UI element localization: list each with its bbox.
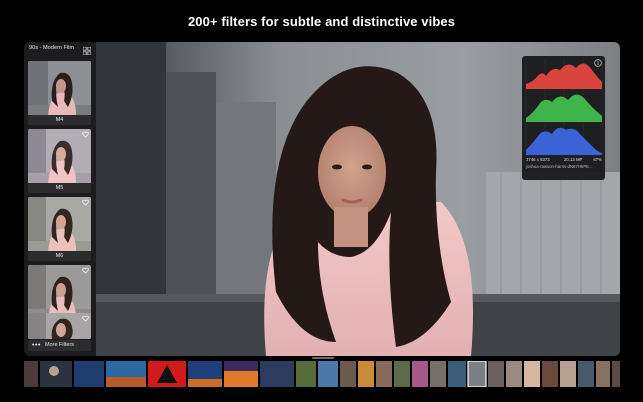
filmstrip-photo: [358, 361, 374, 387]
heart-icon[interactable]: [82, 315, 89, 322]
filter-label: M4: [28, 115, 91, 125]
filmstrip: [24, 361, 620, 387]
filmstrip-photo: [24, 361, 38, 387]
filmstrip-photo: [448, 361, 466, 387]
filmstrip-photo: [260, 361, 294, 387]
heart-icon[interactable]: [82, 199, 89, 206]
filmstrip-photo: [394, 361, 410, 387]
filmstrip-photo: [524, 361, 540, 387]
filter-sidebar: 90s - Modern Film M4 M5 M6 ••• More Filt…: [24, 42, 96, 356]
megapixels: 20.13 MP: [564, 157, 583, 162]
filmstrip-photo: [596, 361, 610, 387]
filmstrip-photo: [74, 361, 104, 387]
filmstrip-photo: [318, 361, 338, 387]
filmstrip-photo: [612, 361, 620, 387]
filter-label: M6: [28, 251, 91, 261]
filmstrip-photo: [578, 361, 594, 387]
heart-icon[interactable]: [82, 267, 89, 274]
filter-thumb-m5[interactable]: M5: [28, 129, 91, 193]
more-filters-button[interactable]: ••• More Filters: [28, 340, 91, 351]
filmstrip-handle[interactable]: [312, 357, 334, 359]
histogram-blue: [526, 127, 602, 155]
filter-thumb-m4[interactable]: M4: [28, 61, 91, 125]
filmstrip-photo: [506, 361, 522, 387]
filmstrip-photo: [296, 361, 316, 387]
filmstrip-photo: [340, 361, 356, 387]
filmstrip-photo: [542, 361, 558, 387]
more-filters-label: More Filters: [45, 342, 75, 348]
info-icon[interactable]: [594, 59, 602, 67]
filmstrip-thumbnails: [24, 361, 620, 387]
histogram-green: [526, 94, 602, 122]
file-name: joshua-rawson-harris-dN67H5PE...: [526, 164, 593, 169]
heart-icon[interactable]: [82, 131, 89, 138]
filter-label: M5: [28, 183, 91, 193]
histogram-red: [526, 63, 602, 89]
filter-preview-image: [28, 61, 91, 115]
ellipsis-icon: •••: [32, 342, 41, 349]
filmstrip-photo: [376, 361, 392, 387]
filmstrip-photo-selected: [467, 361, 487, 387]
grid-icon[interactable]: [83, 47, 91, 55]
app-window: 90s - Modern Film M4 M5 M6 ••• More Filt…: [24, 42, 620, 356]
filmstrip-photo: [560, 361, 576, 387]
filter-thumb-next[interactable]: [28, 313, 91, 339]
headline: 200+ filters for subtle and distinctive …: [187, 14, 456, 29]
sidebar-header: 90s - Modern Film: [29, 45, 91, 61]
histogram-panel: 3746 x 5373 20.13 MP 67% joshua-rawson-h…: [522, 56, 605, 180]
filmstrip-photo: [412, 361, 428, 387]
filmstrip-photo: [488, 361, 504, 387]
filter-pack-title[interactable]: 90s - Modern Film: [29, 45, 75, 52]
histogram-chart: [525, 58, 603, 155]
filter-thumb-m6[interactable]: M6: [28, 197, 91, 261]
image-dimensions: 3746 x 5373: [526, 157, 550, 162]
filmstrip-photo: [430, 361, 446, 387]
zoom-level: 67%: [593, 157, 602, 162]
